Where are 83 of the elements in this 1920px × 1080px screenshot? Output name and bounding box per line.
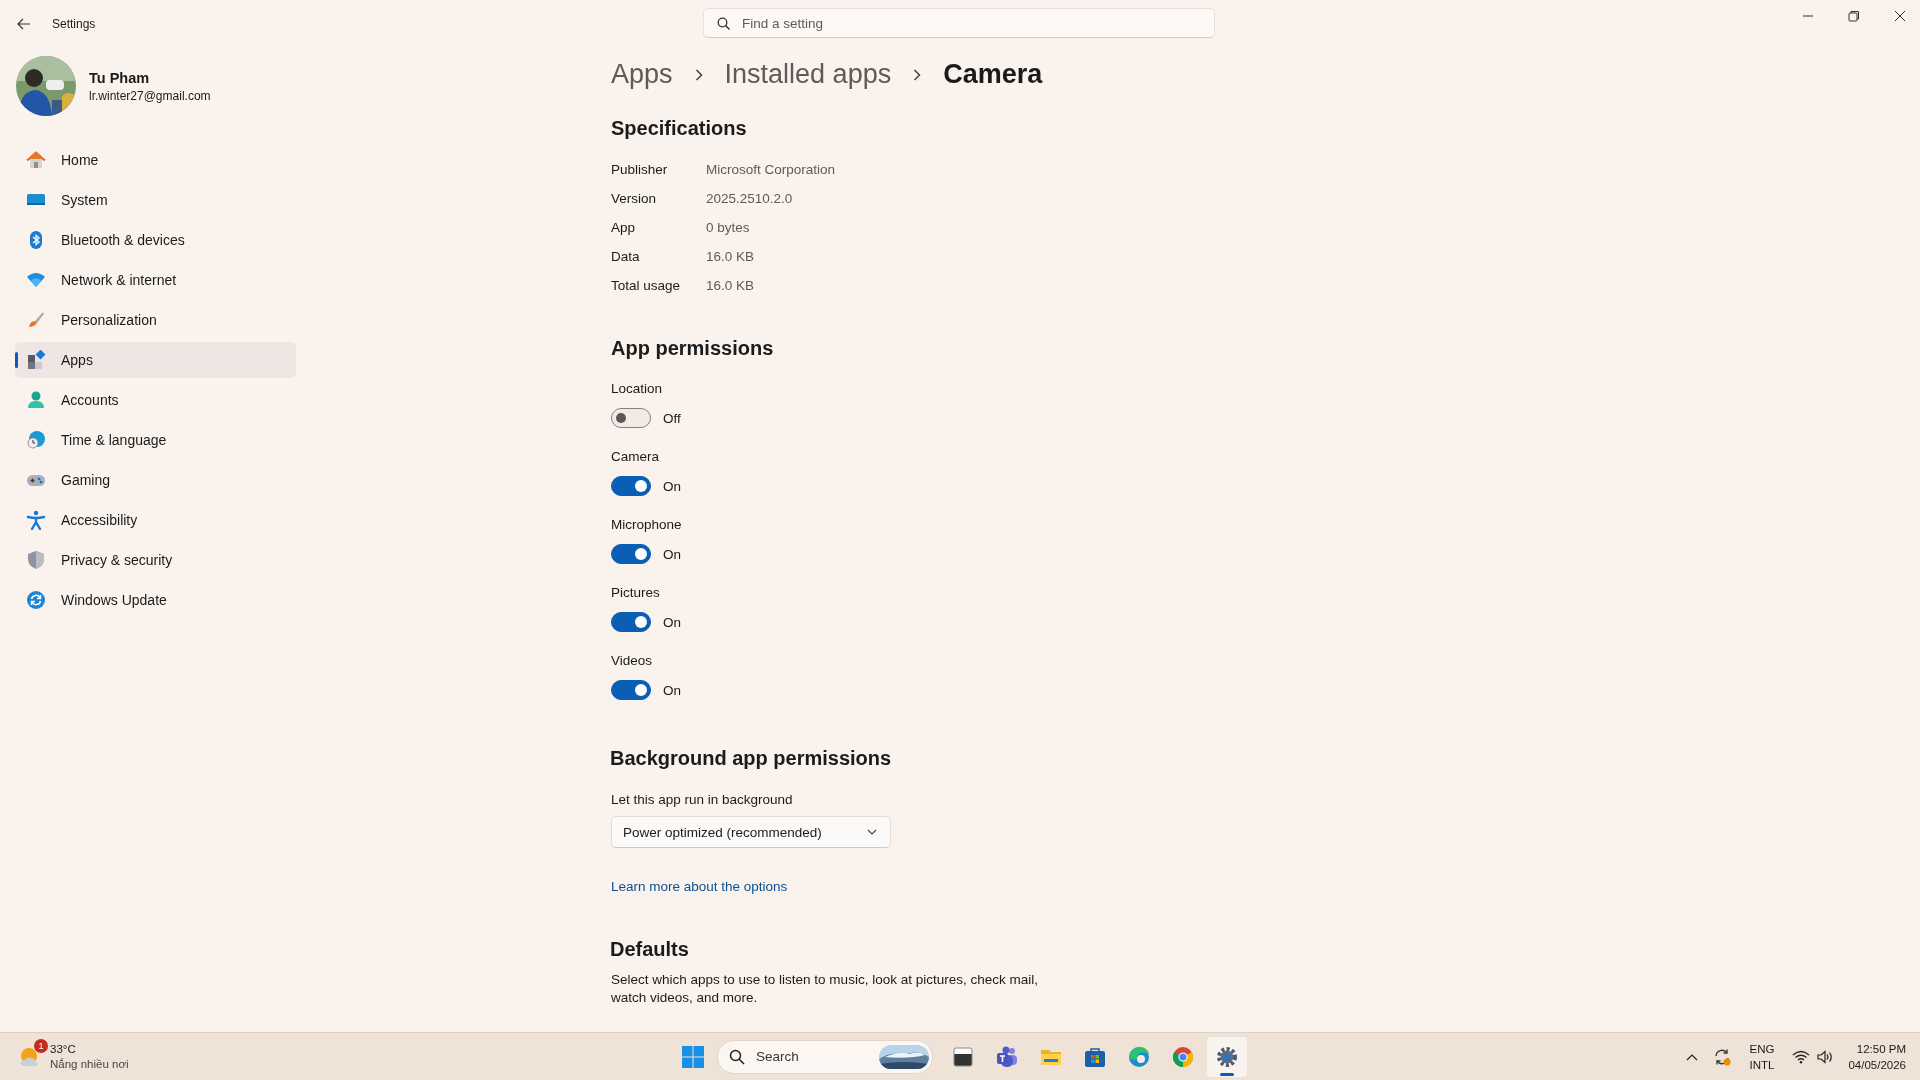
search-icon — [729, 1048, 745, 1065]
spec-value: Microsoft Corporation — [706, 162, 836, 177]
nav-item[interactable]: Accounts — [15, 382, 296, 418]
brush-icon — [26, 310, 46, 330]
permission-label: Camera — [611, 449, 660, 464]
toggle-switch[interactable] — [611, 612, 651, 632]
toggle-state: On — [663, 478, 681, 494]
toggle-switch[interactable] — [611, 544, 651, 564]
nav-item[interactable]: System — [15, 182, 296, 218]
wifi-icon[interactable] — [1792, 1049, 1811, 1064]
nav-item[interactable]: Bluetooth & devices — [15, 222, 296, 258]
section-title: Specifications — [611, 117, 747, 140]
nav-item[interactable]: Privacy & security — [15, 542, 296, 578]
nav-item[interactable]: Personalization — [15, 302, 296, 338]
toggle-state: Off — [663, 410, 681, 426]
window-title: Settings — [52, 17, 96, 31]
dropdown[interactable]: Power optimized (recommended) — [611, 816, 891, 848]
permission-label: Location — [611, 381, 664, 396]
edge-icon — [1127, 1044, 1151, 1069]
clock[interactable]: 12:50 PM 04/05/2026 — [1848, 1040, 1906, 1073]
weather-condition: Nắng nhiều nơi — [50, 1056, 129, 1072]
terminal-icon — [951, 1044, 975, 1069]
spec-value: 16.0 KB — [706, 249, 756, 264]
windows-logo-icon[interactable] — [681, 1044, 705, 1069]
breadcrumb-item[interactable]: Installed apps — [724, 59, 892, 90]
spec-value: 16.0 KB — [706, 278, 756, 293]
breadcrumb-item: Camera — [943, 59, 1043, 90]
chevron-up-icon[interactable] — [1685, 1052, 1698, 1061]
settings-search-field[interactable]: Find a setting — [703, 8, 1215, 38]
language-indicator[interactable]: ENG INTL — [1745, 1040, 1779, 1073]
chevron-down-icon — [867, 829, 877, 835]
speaker-icon[interactable] — [1816, 1049, 1835, 1064]
section-title: App permissions — [611, 337, 774, 360]
user-email: lr.winter27@gmail.com — [89, 88, 211, 103]
search-icon — [717, 17, 730, 30]
teams-icon — [995, 1044, 1019, 1069]
notification-badge: 1 — [34, 1038, 48, 1053]
toggle-state: On — [663, 546, 681, 562]
toggle-switch[interactable] — [611, 476, 651, 496]
permission-label: Pictures — [611, 585, 661, 600]
spec-label: Data — [611, 249, 641, 264]
shield-icon — [26, 550, 46, 570]
person-icon — [26, 390, 46, 410]
nav-item[interactable]: Network & internet — [15, 262, 296, 298]
chevron-right-icon — [913, 68, 922, 81]
chevron-right-icon — [694, 68, 703, 81]
section-title: Defaults — [610, 938, 689, 961]
nav-item[interactable]: Gaming — [15, 462, 296, 498]
nav-item[interactable]: Windows Update — [15, 582, 296, 618]
toggle-switch[interactable] — [611, 408, 651, 428]
temperature: 33°C — [50, 1041, 77, 1057]
toggle-switch[interactable] — [611, 680, 651, 700]
nav-item[interactable]: Time & language — [15, 422, 296, 458]
nav-item[interactable]: Accessibility — [15, 502, 296, 538]
spec-label: Version — [611, 191, 658, 206]
spec-value: 2025.2510.2.0 — [706, 191, 794, 206]
apps-icon — [26, 350, 46, 370]
gear-icon — [1215, 1044, 1239, 1069]
nav-item[interactable]: Home — [15, 142, 296, 178]
home-icon — [26, 150, 46, 170]
globe-clock-icon — [26, 430, 46, 450]
description-text: Select which apps to use to listen to music, look at pictures, check mail, watch videos, and more. — [611, 971, 1039, 1007]
spec-label: Publisher — [611, 162, 669, 177]
breadcrumb-item[interactable]: Apps — [611, 59, 673, 90]
section-title: Background app permissions — [610, 747, 892, 770]
spec-label: Total usage — [611, 278, 682, 293]
permission-label: Videos — [611, 653, 654, 668]
chrome-icon — [1171, 1044, 1195, 1069]
spec-label: App — [611, 220, 637, 235]
user-name: Tu Pham — [89, 69, 151, 86]
toggle-state: On — [663, 682, 681, 698]
toggle-state: On — [663, 614, 681, 630]
close-icon[interactable] — [1894, 10, 1906, 22]
accessibility-icon — [26, 510, 46, 530]
restore-icon[interactable] — [1848, 10, 1860, 22]
taskbar-app[interactable] — [1207, 1036, 1247, 1077]
update-icon — [26, 590, 46, 610]
nav-item[interactable]: Apps — [15, 342, 296, 378]
back-arrow-icon[interactable] — [17, 18, 31, 30]
permission-label: Microphone — [611, 517, 682, 532]
link[interactable]: Learn more about the options — [611, 879, 788, 894]
field-label: Let this app run in background — [611, 792, 793, 807]
spec-value: 0 bytes — [706, 220, 751, 235]
